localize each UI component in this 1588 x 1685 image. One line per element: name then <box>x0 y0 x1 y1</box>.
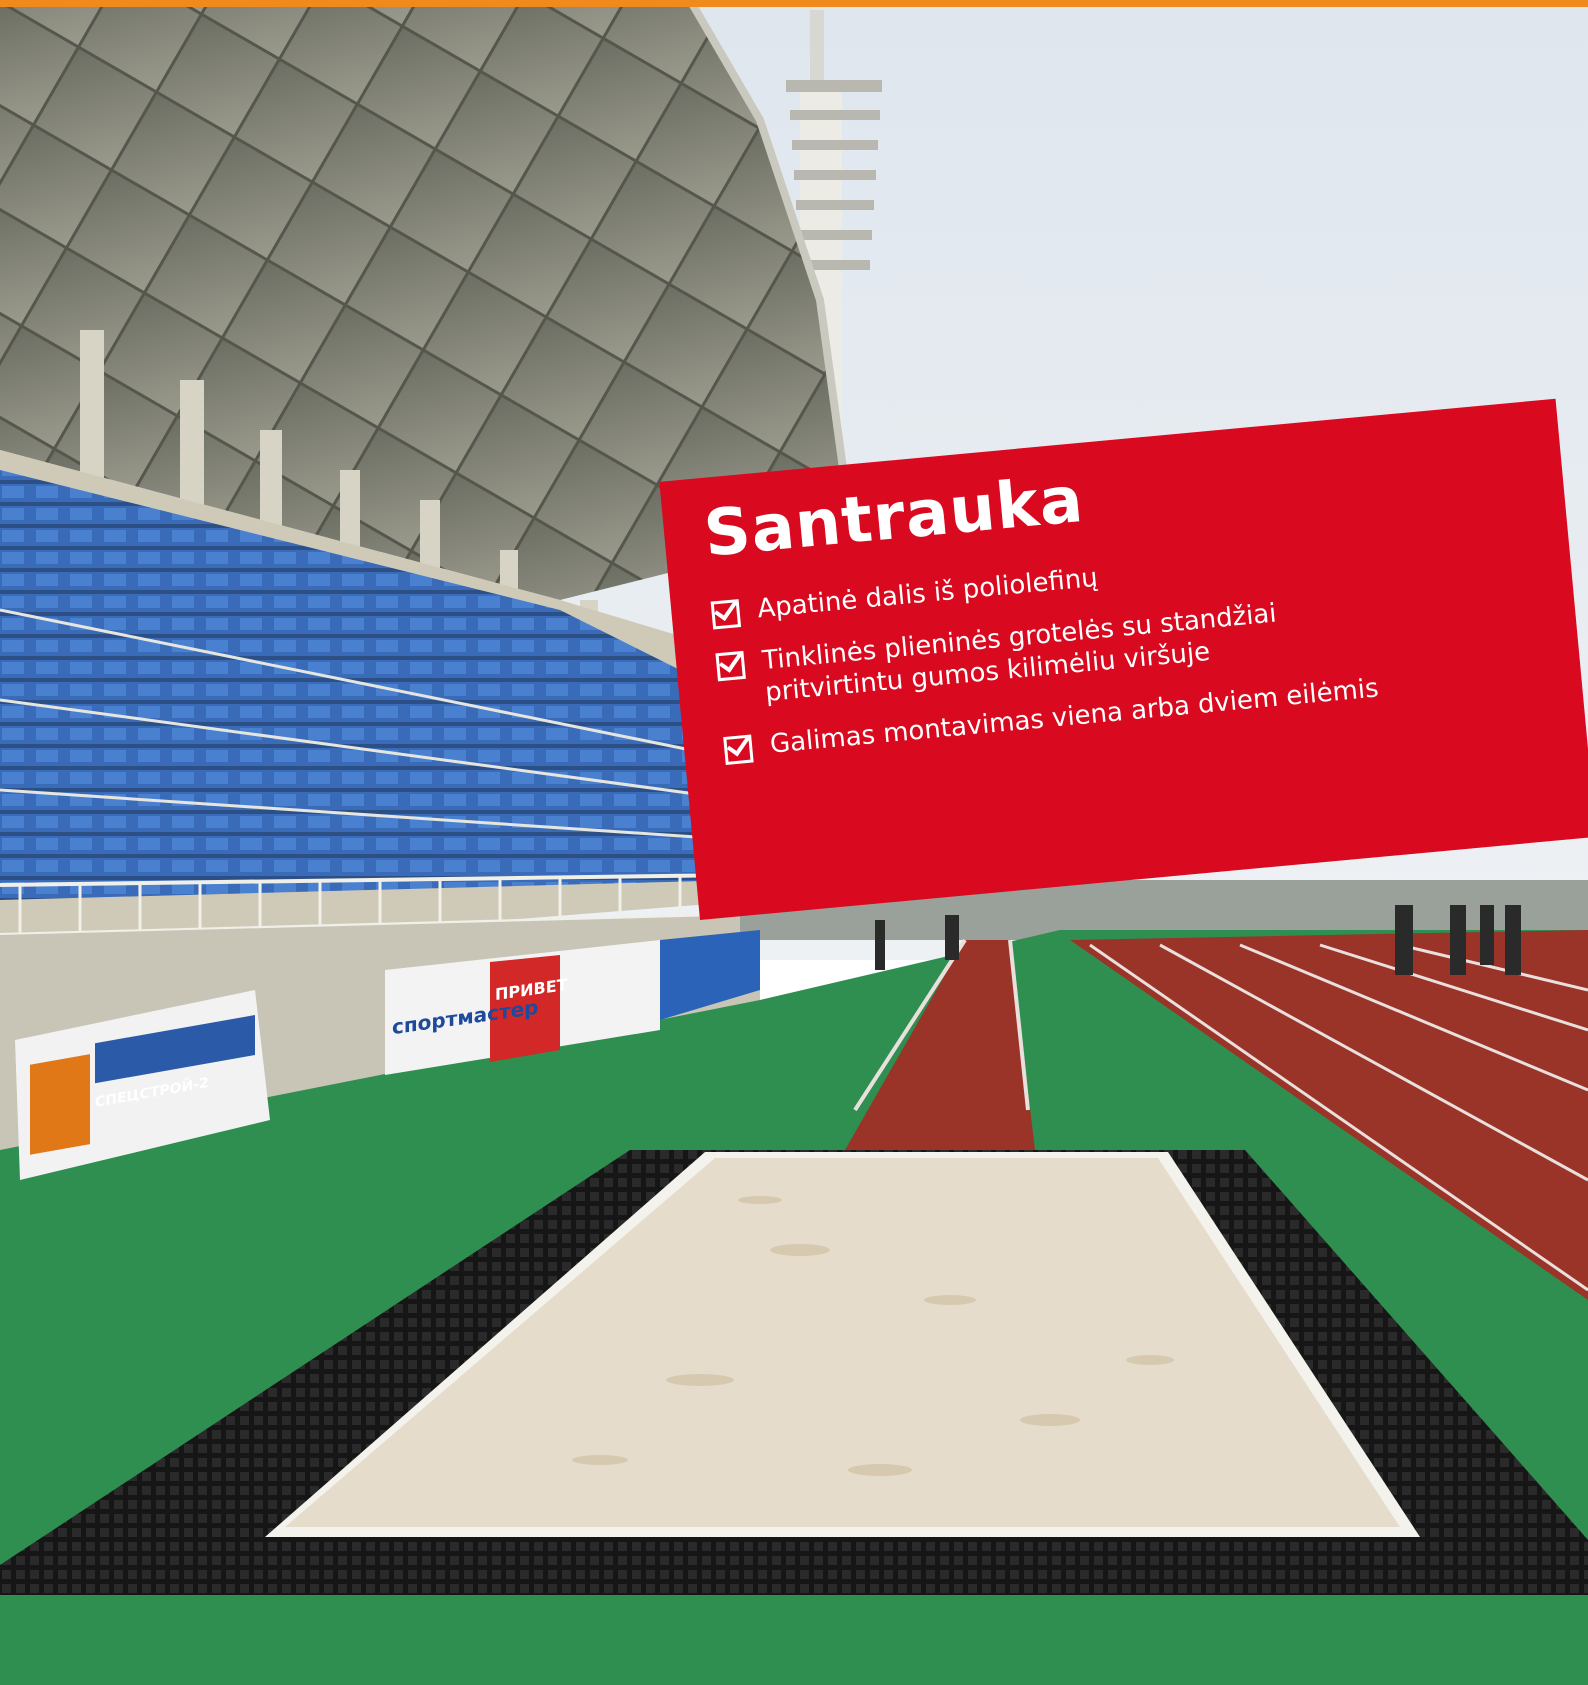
checklist-item-text: Apatinė dalis iš poliolefinų <box>756 562 1099 625</box>
summary-checklist: Apatinė dalis iš poliolefinų Tinklinės p… <box>710 536 1389 765</box>
top-accent-bar <box>0 0 1588 7</box>
checkbox-checked-icon <box>715 650 746 682</box>
checkbox-checked-icon <box>710 599 742 630</box>
checkbox-checked-icon <box>723 734 754 765</box>
summary-banner: Santrauka Apatinė dalis iš poliolefinų T… <box>659 398 1588 921</box>
